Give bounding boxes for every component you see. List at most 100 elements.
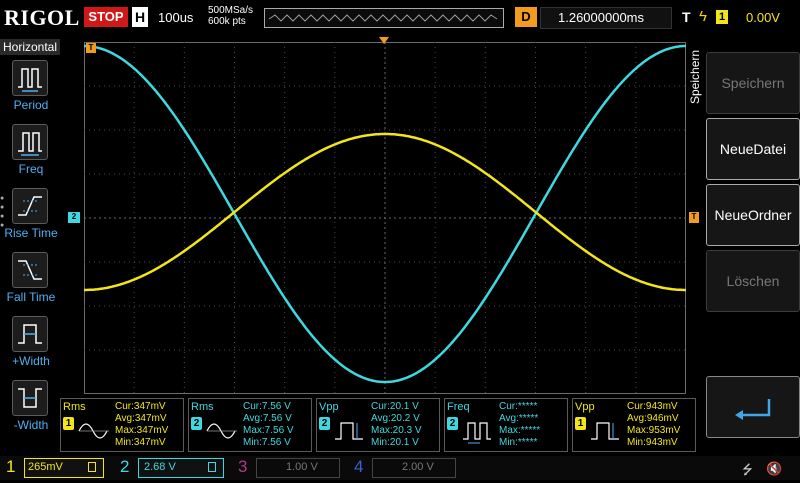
measurement-vpp-ch1[interactable]: Vpp 1 Cur:943mV Avg:946mV Max:953mV Min:… (572, 398, 696, 452)
stat-current: Cur:7.56 V (243, 401, 291, 412)
measure-negative-width-item[interactable]: -Width (0, 380, 62, 442)
measure-rise-time-label: Rise Time (4, 226, 58, 240)
fall-time-icon (12, 252, 48, 288)
trigger-label: T (682, 9, 691, 25)
measurement-stats: Cur:20.1 V Avg:20.2 V Max:20.3 V Min:20.… (371, 401, 422, 449)
measurement-name: Vpp (575, 401, 595, 413)
measurement-name: Rms (63, 401, 86, 413)
channel-status-bar: 1 265mV 2 2.68 V 3 1.00 V 4 2.00 V ⭍ 🔇 (0, 456, 800, 480)
trigger-edge-icon: ϟ (699, 8, 707, 25)
trigger-position-left-marker[interactable]: T (86, 43, 96, 53)
menu-title: Horizontal (0, 39, 60, 55)
save-menu: Speichern Speichern NeueDatei NeueOrdner… (686, 36, 800, 456)
measurement-channel-badge: 2 (191, 417, 202, 430)
stat-current: Cur:347mV (115, 401, 166, 412)
period-icon (12, 60, 48, 96)
channel-3-scale: 1.00 V (286, 461, 318, 473)
measurement-channel-badge: 1 (575, 417, 586, 430)
new-file-button[interactable]: NeueDatei (706, 118, 800, 180)
measure-fall-time-item[interactable]: Fall Time (0, 252, 62, 314)
measure-period-item[interactable]: Period (0, 60, 62, 122)
frequency-icon (12, 124, 48, 160)
measurement-name: Freq (447, 401, 470, 413)
stat-current: Cur:943mV (627, 401, 678, 412)
new-file-button-label: NeueDatei (719, 141, 787, 157)
channel-4-status[interactable]: 4 2.00 V (348, 456, 458, 480)
measure-negative-width-label: -Width (13, 418, 49, 432)
waveform-graticule[interactable] (84, 42, 686, 394)
rise-time-icon (12, 188, 48, 224)
measure-rise-time-item[interactable]: Rise Time (0, 188, 62, 250)
new-folder-button[interactable]: NeueOrdner (706, 184, 800, 246)
stat-maximum: Max:***** (499, 425, 541, 436)
measure-positive-width-item[interactable]: +Width (0, 316, 62, 378)
channel-3-status[interactable]: 3 1.00 V (232, 456, 342, 480)
enter-arrow-icon (735, 399, 771, 420)
save-button[interactable]: Speichern (706, 52, 800, 114)
ch2-ground-marker[interactable]: 2 (68, 212, 80, 223)
measurement-freq-ch2[interactable]: Freq 2 Cur:***** Avg:***** Max:***** Min… (444, 398, 568, 452)
stat-average: Avg:***** (499, 413, 539, 424)
rms-sine-icon (206, 423, 237, 439)
measurement-stats: Cur:943mV Avg:946mV Max:953mV Min:943mV (627, 401, 680, 449)
channel-2-status[interactable]: 2 2.68 V (116, 456, 226, 480)
timebase-value[interactable]: 100us (158, 10, 193, 25)
measurement-rms-ch1[interactable]: Rms 1 Cur:347mV Avg:347mV Max:347mV Min:… (60, 398, 184, 452)
stat-minimum: Min:***** (499, 437, 538, 448)
measure-fall-time-label: Fall Time (6, 290, 56, 304)
delay-value[interactable]: 1.26000000ms (558, 10, 644, 25)
measure-menu: Horizontal ● ● ● ● Period Freq Rise Time Fa… (0, 36, 62, 456)
trigger-position-arrow-icon[interactable] (379, 37, 389, 45)
frequency-pulse-icon (463, 422, 491, 444)
enter-button[interactable] (706, 376, 800, 438)
stat-current: Cur:***** (499, 401, 538, 412)
measurement-channel-badge: 2 (447, 417, 458, 430)
measurement-name: Rms (191, 401, 214, 413)
measure-positive-width-label: +Width (12, 354, 50, 368)
acquisition-info: 500MSa/s 600k pts (208, 5, 253, 27)
channel-1-scale: 265mV (28, 461, 63, 473)
trigger-source-badge: 1 (716, 10, 728, 24)
vpp-pulse-icon (591, 422, 619, 440)
stat-maximum: Max:347mV (115, 425, 169, 436)
measurement-channel-badge: 2 (319, 417, 330, 430)
stat-current: Cur:20.1 V (371, 401, 419, 412)
channel-2-coupling-icon (208, 462, 216, 472)
grid-lines (84, 42, 686, 394)
trigger-level[interactable]: 0.00V (746, 10, 780, 25)
channel-1-status[interactable]: 1 265mV (0, 456, 110, 480)
memory-depth: 600k pts (208, 16, 246, 27)
top-status-bar: RIGOL STOP H 100us 500MSa/s 600k pts D 1… (0, 0, 800, 36)
stat-average: Avg:7.56 V (243, 413, 292, 424)
measurement-results: Rms 1 Cur:347mV Avg:347mV Max:347mV Min:… (60, 398, 696, 454)
graticule-svg (84, 42, 686, 394)
positive-width-icon (12, 316, 48, 352)
save-button-label: Speichern (721, 75, 785, 91)
rms-sine-icon (78, 423, 109, 439)
channel-2-number: 2 (120, 457, 130, 476)
delete-button[interactable]: Löschen (706, 250, 800, 312)
measurement-rms-ch2[interactable]: Rms 2 Cur:7.56 V Avg:7.56 V Max:7.56 V M… (188, 398, 312, 452)
run-stop-indicator[interactable]: STOP (84, 7, 128, 27)
delay-label: D (515, 7, 537, 27)
channel-4-number: 4 (354, 457, 364, 476)
stat-minimum: Min:7.56 V (243, 437, 291, 448)
stat-average: Avg:347mV (115, 413, 167, 424)
stat-maximum: Max:953mV (627, 425, 681, 436)
measurement-stats: Cur:347mV Avg:347mV Max:347mV Min:347mV (115, 401, 168, 449)
measure-frequency-label: Freq (18, 162, 44, 176)
channel-4-scale: 2.00 V (402, 461, 434, 473)
measure-period-label: Period (13, 98, 49, 112)
vpp-pulse-icon (335, 422, 363, 440)
new-folder-button-label: NeueOrdner (714, 207, 792, 223)
stat-minimum: Min:943mV (627, 437, 678, 448)
brand-logo: RIGOL (4, 5, 80, 30)
stat-minimum: Min:347mV (115, 437, 166, 448)
measure-frequency-item[interactable]: Freq (0, 124, 62, 186)
channel-1-coupling-icon (88, 462, 96, 472)
measurement-stats: Cur:7.56 V Avg:7.56 V Max:7.56 V Min:7.5… (243, 401, 294, 449)
measurement-vpp-ch2[interactable]: Vpp 2 Cur:20.1 V Avg:20.2 V Max:20.3 V M… (316, 398, 440, 452)
sample-rate: 500MSa/s (208, 5, 254, 16)
memory-waveform-preview (268, 14, 498, 22)
negative-width-icon (12, 380, 48, 416)
